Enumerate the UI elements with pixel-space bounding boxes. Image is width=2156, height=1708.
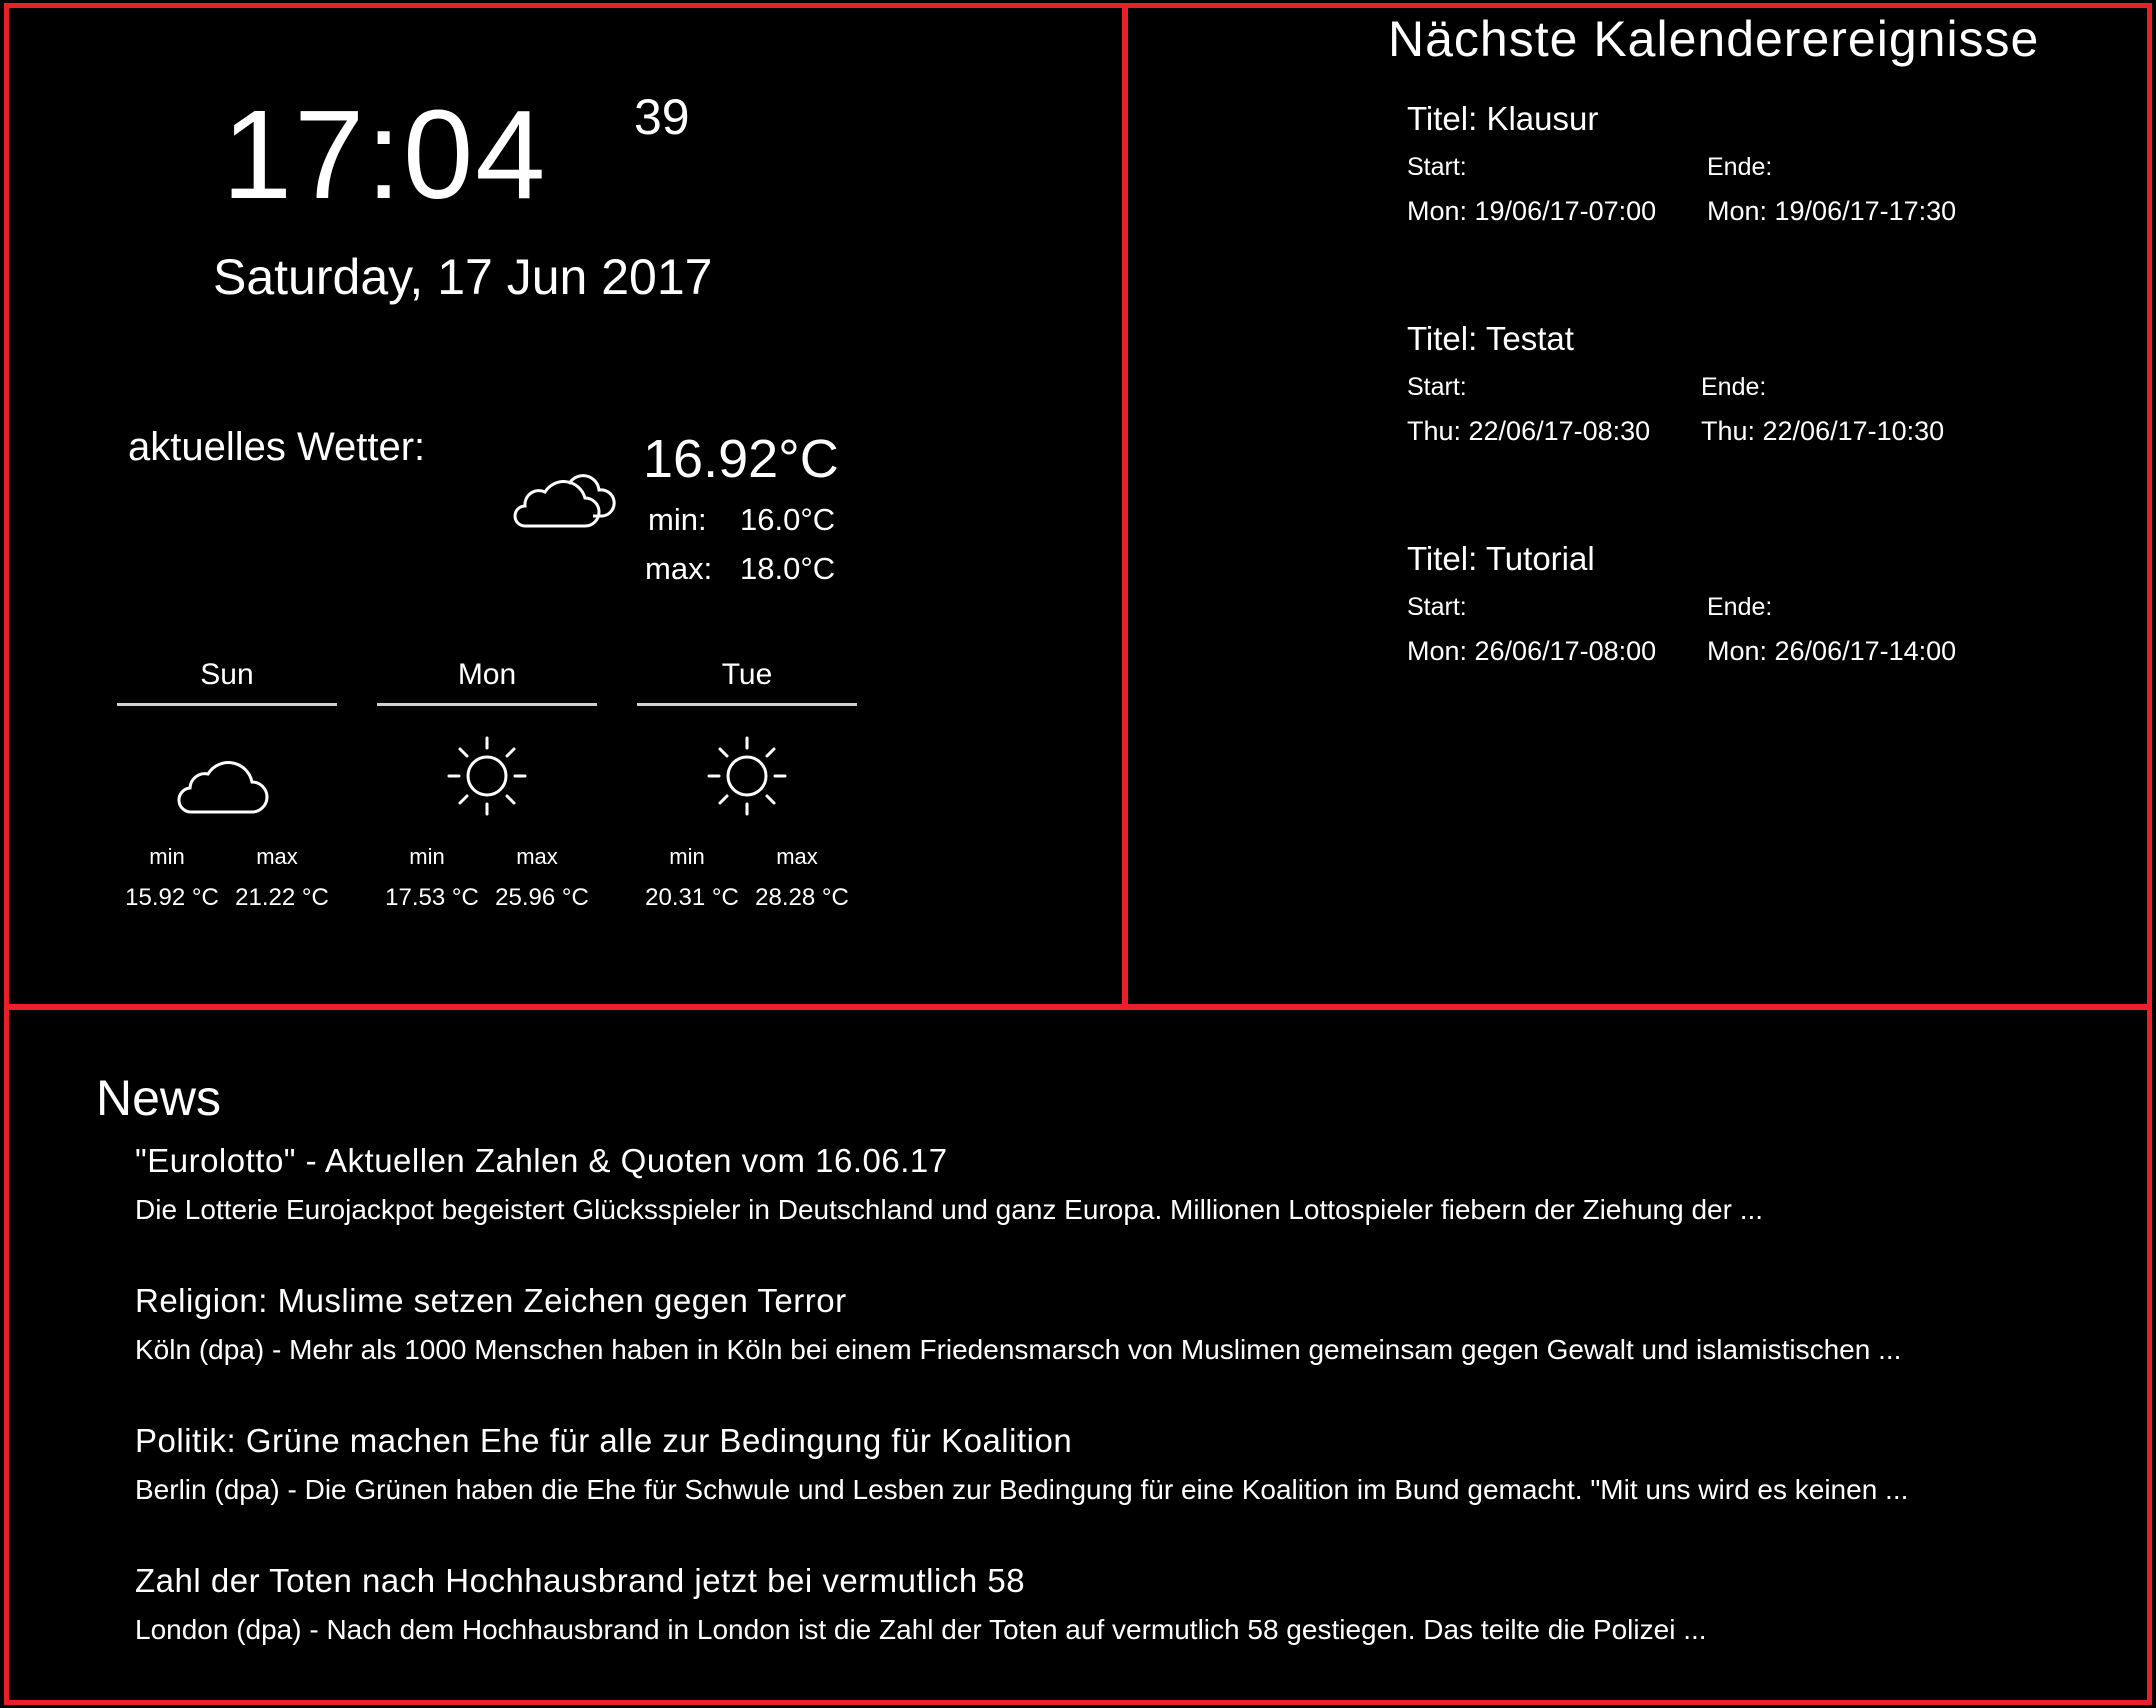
forecast-day-name: Tue xyxy=(721,658,773,691)
news-title: Politik: Grüne machen Ehe für alle zur B… xyxy=(135,1422,1073,1459)
news-summary: Berlin (dpa) - Die Grünen haben die Ehe … xyxy=(135,1474,1909,1505)
event-end-label: Ende: xyxy=(1707,153,1773,181)
event-start-label: Start: xyxy=(1407,153,1467,181)
calendar-heading: Nächste Kalenderereignisse xyxy=(1388,11,2040,67)
forecast-divider xyxy=(117,703,337,706)
forecast-max-label: max xyxy=(776,844,818,869)
sun-icon xyxy=(677,728,817,833)
event-end-value: Mon: 26/06/17-14:00 xyxy=(1707,636,1957,666)
current-max-value: 18.0°C xyxy=(740,551,836,586)
news-heading: News xyxy=(96,1070,222,1126)
event-end-value: Mon: 19/06/17-17:30 xyxy=(1707,196,1957,226)
event-start-value: Mon: 26/06/17-08:00 xyxy=(1407,636,1657,666)
cloud-icon xyxy=(157,728,297,833)
news-title: Religion: Muslime setzen Zeichen gegen T… xyxy=(135,1282,847,1319)
news-title: Zahl der Toten nach Hochhausbrand jetzt … xyxy=(135,1562,1026,1599)
event-end-label: Ende: xyxy=(1701,373,1767,401)
news-item: Religion: Muslime setzen Zeichen gegen T… xyxy=(135,1284,2115,1404)
current-max-label: max: xyxy=(645,551,713,586)
current-weather-label: aktuelles Wetter: xyxy=(128,425,426,469)
clock-time: 17:04 xyxy=(222,84,548,225)
news-summary: Köln (dpa) - Mehr als 1000 Menschen habe… xyxy=(135,1334,1902,1365)
forecast-divider xyxy=(637,703,857,706)
event-title: Titel: Testat xyxy=(1407,320,1574,357)
forecast-day: Mon min max 17.53 °C 25.96 °C xyxy=(377,660,597,920)
calendar-event: Titel: Klausur Start: Ende: Mon: 19/06/1… xyxy=(1407,102,2127,242)
event-end-value: Thu: 22/06/17-10:30 xyxy=(1701,416,1945,446)
event-title: Titel: Klausur xyxy=(1407,100,1599,137)
current-min-value: 16.0°C xyxy=(740,502,836,537)
forecast-min-value: 17.53 °C xyxy=(385,884,479,911)
event-start-label: Start: xyxy=(1407,593,1467,621)
forecast-day: Tue min max 20.31 °C 28.28 °C xyxy=(637,660,857,920)
forecast-min-value: 20.31 °C xyxy=(645,884,739,911)
forecast-day-name: Mon xyxy=(457,658,517,691)
forecast-day: Sun min max 15.92 °C 21.22 °C xyxy=(117,660,337,920)
event-start-label: Start: xyxy=(1407,373,1467,401)
forecast-max-label: max xyxy=(516,844,558,869)
sun-icon xyxy=(417,728,557,833)
news-item: Politik: Grüne machen Ehe für alle zur B… xyxy=(135,1424,2115,1544)
news-item: "Eurolotto" - Aktuellen Zahlen & Quoten … xyxy=(135,1144,2115,1264)
news-summary: London (dpa) - Nach dem Hochhausbrand in… xyxy=(135,1614,1707,1645)
news-item: Zahl der Toten nach Hochhausbrand jetzt … xyxy=(135,1564,2115,1684)
calendar-event: Titel: Tutorial Start: Ende: Mon: 26/06/… xyxy=(1407,542,2127,682)
event-end-label: Ende: xyxy=(1707,593,1773,621)
clock-date: Saturday, 17 Jun 2017 xyxy=(213,249,713,305)
forecast-divider xyxy=(377,703,597,706)
forecast-max-value: 21.22 °C xyxy=(235,884,329,911)
forecast-min-label: min xyxy=(409,844,445,869)
calendar-event: Titel: Testat Start: Ende: Thu: 22/06/17… xyxy=(1407,322,2127,462)
forecast-max-label: max xyxy=(256,844,298,869)
current-temperature: 16.92°C xyxy=(643,429,839,489)
news-title: "Eurolotto" - Aktuellen Zahlen & Quoten … xyxy=(135,1142,948,1179)
forecast-min-label: min xyxy=(149,844,185,869)
forecast-min-label: min xyxy=(669,844,705,869)
forecast-min-value: 15.92 °C xyxy=(125,884,219,911)
current-min-label: min: xyxy=(648,502,707,537)
cloudy-icon xyxy=(507,462,617,539)
event-title: Titel: Tutorial xyxy=(1407,540,1595,577)
forecast-day-name: Sun xyxy=(200,658,254,691)
news-summary: Die Lotterie Eurojackpot begeistert Glüc… xyxy=(135,1194,1764,1225)
event-start-value: Mon: 19/06/17-07:00 xyxy=(1407,196,1657,226)
clock-seconds: 39 xyxy=(634,89,690,145)
forecast-max-value: 25.96 °C xyxy=(495,884,589,911)
event-start-value: Thu: 22/06/17-08:30 xyxy=(1407,416,1651,446)
forecast-max-value: 28.28 °C xyxy=(755,884,849,911)
